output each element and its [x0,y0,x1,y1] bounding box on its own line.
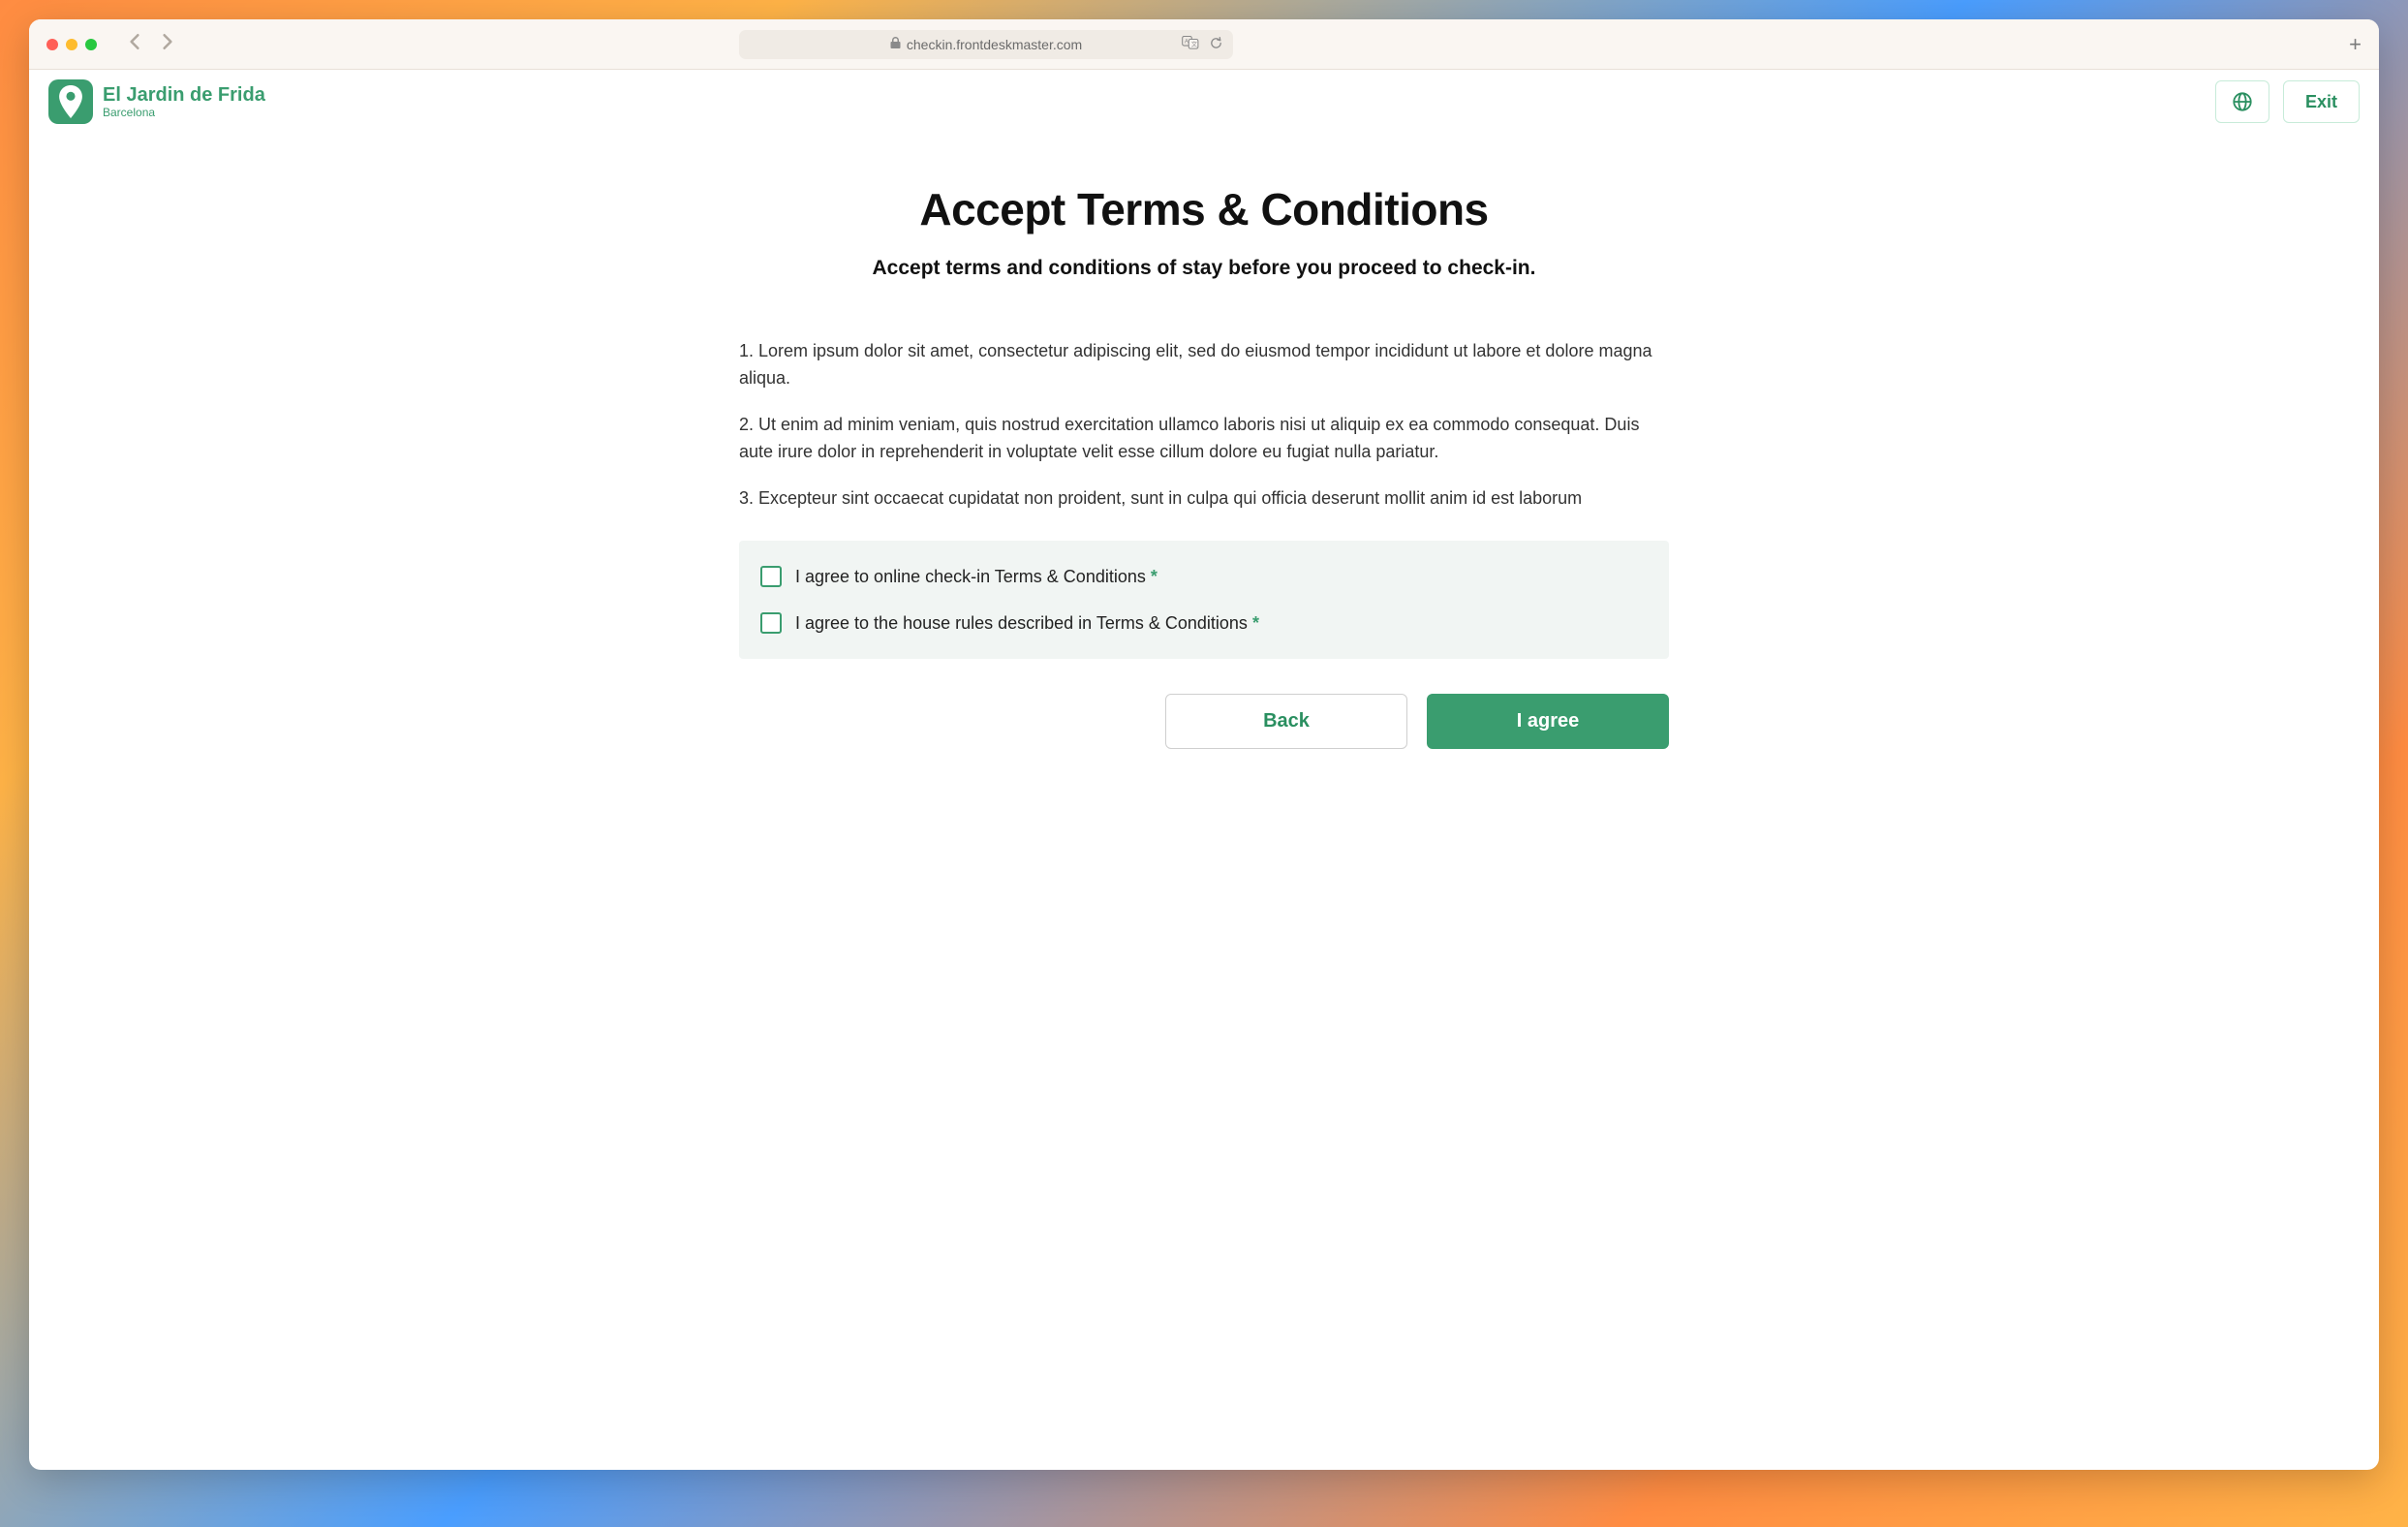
consent-box: I agree to online check-in Terms & Condi… [739,541,1669,659]
back-button[interactable]: Back [1165,694,1407,749]
exit-button[interactable]: Exit [2283,80,2360,123]
action-row: Back I agree [739,694,1669,749]
required-marker: * [1248,613,1259,633]
back-nav-button[interactable] [128,33,141,56]
new-tab-button[interactable]: + [2349,32,2362,57]
checkbox-checkin-terms[interactable] [760,566,782,587]
terms-paragraph: 1. Lorem ipsum dolor sit amet, consectet… [739,338,1669,392]
language-button[interactable] [2215,80,2269,123]
page-title: Accept Terms & Conditions [739,183,1669,235]
header-actions: Exit [2215,80,2360,123]
agree-button-label: I agree [1517,710,1579,732]
terms-paragraph: 3. Excepteur sint occaecat cupidatat non… [739,485,1669,513]
browser-window: checkin.frontdeskmaster.com A文 + El Jar [29,19,2379,1470]
close-window-button[interactable] [46,39,58,50]
terms-paragraph: 2. Ut enim ad minim veniam, quis nostrud… [739,412,1669,466]
terms-text: 1. Lorem ipsum dolor sit amet, consectet… [739,338,1669,512]
chevron-left-icon [128,33,141,50]
app-header: El Jardin de Frida Barcelona Exit [29,70,2379,135]
nav-arrows [128,33,174,56]
required-marker: * [1146,567,1158,586]
address-bar[interactable]: checkin.frontdeskmaster.com A文 [739,30,1233,59]
logo: El Jardin de Frida Barcelona [48,79,265,124]
consent-row-checkin: I agree to online check-in Terms & Condi… [760,560,1648,593]
page-subtitle: Accept terms and conditions of stay befo… [739,257,1669,280]
browser-toolbar: checkin.frontdeskmaster.com A文 + [29,19,2379,70]
chevron-right-icon [161,33,174,50]
minimize-window-button[interactable] [66,39,77,50]
consent-label: I agree to online check-in Terms & Condi… [795,567,1158,587]
hotel-location: Barcelona [103,106,265,119]
window-controls [46,39,97,50]
hotel-name: El Jardin de Frida [103,84,265,106]
translate-icon[interactable]: A文 [1182,36,1199,52]
consent-row-house-rules: I agree to the house rules described in … [760,607,1648,639]
forward-nav-button[interactable] [161,33,174,56]
checkbox-house-rules[interactable] [760,612,782,634]
back-button-label: Back [1263,710,1310,732]
url-text: checkin.frontdeskmaster.com [907,37,1082,52]
page-content: Accept Terms & Conditions Accept terms a… [29,135,2379,1470]
consent-label: I agree to the house rules described in … [795,613,1259,634]
pin-icon [57,85,84,118]
reload-icon[interactable] [1209,36,1223,53]
agree-button[interactable]: I agree [1427,694,1669,749]
exit-button-label: Exit [2305,92,2337,112]
globe-icon [2232,91,2253,112]
svg-text:文: 文 [1191,41,1197,48]
lock-icon [890,37,901,52]
maximize-window-button[interactable] [85,39,97,50]
logo-mark [48,79,93,124]
